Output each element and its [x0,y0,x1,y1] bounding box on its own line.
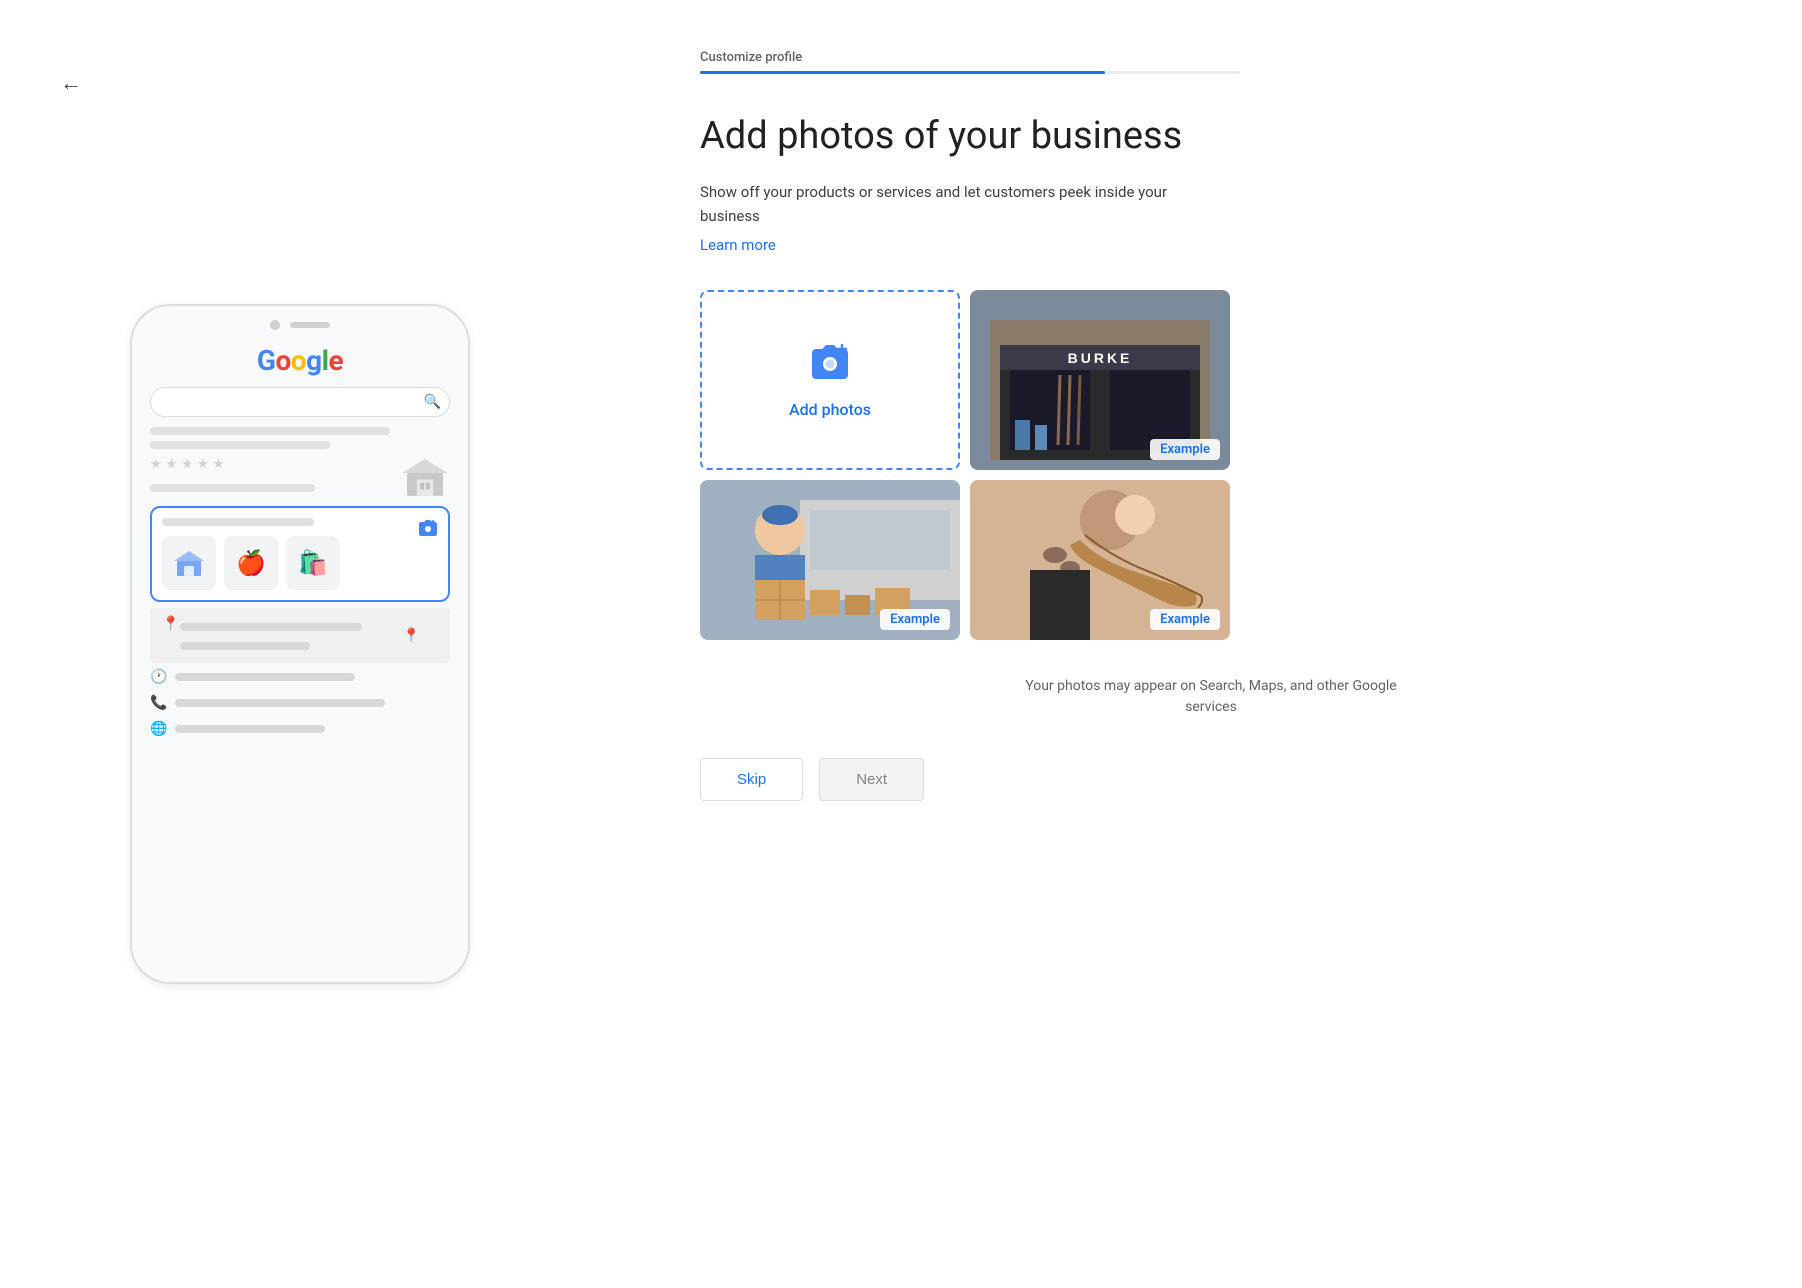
phone-top [132,306,468,338]
clock-icon: 🕐 [150,669,167,685]
skeleton-line [175,725,325,733]
phone-content: Google 🔍 ★★★★★ [132,344,468,737]
info-row-globe: 🌐 [150,721,450,737]
add-photos-button[interactable]: Add photos [700,290,960,470]
card-icon-store [162,536,216,590]
phone-camera [270,320,280,330]
svg-text:BURKE: BURKE [1068,350,1133,366]
skeleton-line [180,642,310,650]
progress-bar [700,71,1240,74]
star-rating: ★★★★★ [150,457,315,472]
phone-speaker [290,322,330,328]
info-row-clock: 🕐 [150,669,450,685]
skeleton-line [175,699,385,707]
photo-icons-row: 🍎 🛍️ [162,536,438,590]
example-photo-hair: Example [970,480,1230,640]
right-panel: Customize profile Add photos of your bus… [600,0,1802,1288]
example-photo-burke: BURKE Example [970,290,1230,470]
example-badge-burke: Example [1150,439,1220,460]
back-button[interactable]: ← [60,70,82,96]
skeleton-line [150,441,330,449]
store-icon [400,455,450,500]
photo-card-highlight: 🍎 🛍️ [150,506,450,602]
camera-plus-icon [418,518,438,541]
add-photos-camera-icon [808,341,852,390]
learn-more-link[interactable]: Learn more [700,236,1722,254]
skeleton-line [180,623,362,631]
step-label: Customize profile [700,50,1722,65]
left-panel: ← Google 🔍 ★★★★★ [0,0,600,1288]
phone-mockup: Google 🔍 ★★★★★ [130,304,470,984]
photo-grid: Add photos BURKE [700,290,1722,640]
map-pin-icon: 📍 [162,616,179,632]
phone-icon: 📞 [150,695,167,711]
example-photo-delivery: Example [700,480,960,640]
info-row-phone: 📞 [150,695,450,711]
phone-search-icon: 🔍 [424,394,441,410]
page-description: Show off your products or services and l… [700,180,1190,228]
phone-search-bar: 🔍 [150,387,450,417]
globe-icon: 🌐 [150,721,167,737]
map-pin2-icon: 📍 [403,628,420,644]
progress-fill [700,71,1105,74]
phone-map: 📍 📍 [150,608,450,663]
card-icon-bag: 🛍️ [286,536,340,590]
button-row: Skip Next [700,758,1722,801]
example-badge-hair: Example [1150,609,1220,630]
next-button[interactable]: Next [819,758,924,801]
add-photos-label: Add photos [789,400,871,419]
example-badge-delivery: Example [880,609,950,630]
page-title: Add photos of your business [700,114,1722,160]
google-logo: Google [150,344,450,377]
photo-card-skeleton [162,518,314,526]
photo-note: Your photos may appear on Search, Maps, … [1001,676,1421,718]
skip-button[interactable]: Skip [700,758,803,801]
card-icon-food: 🍎 [224,536,278,590]
skeleton-line [150,484,315,492]
skeleton-line [150,427,390,435]
skeleton-line [175,673,355,681]
